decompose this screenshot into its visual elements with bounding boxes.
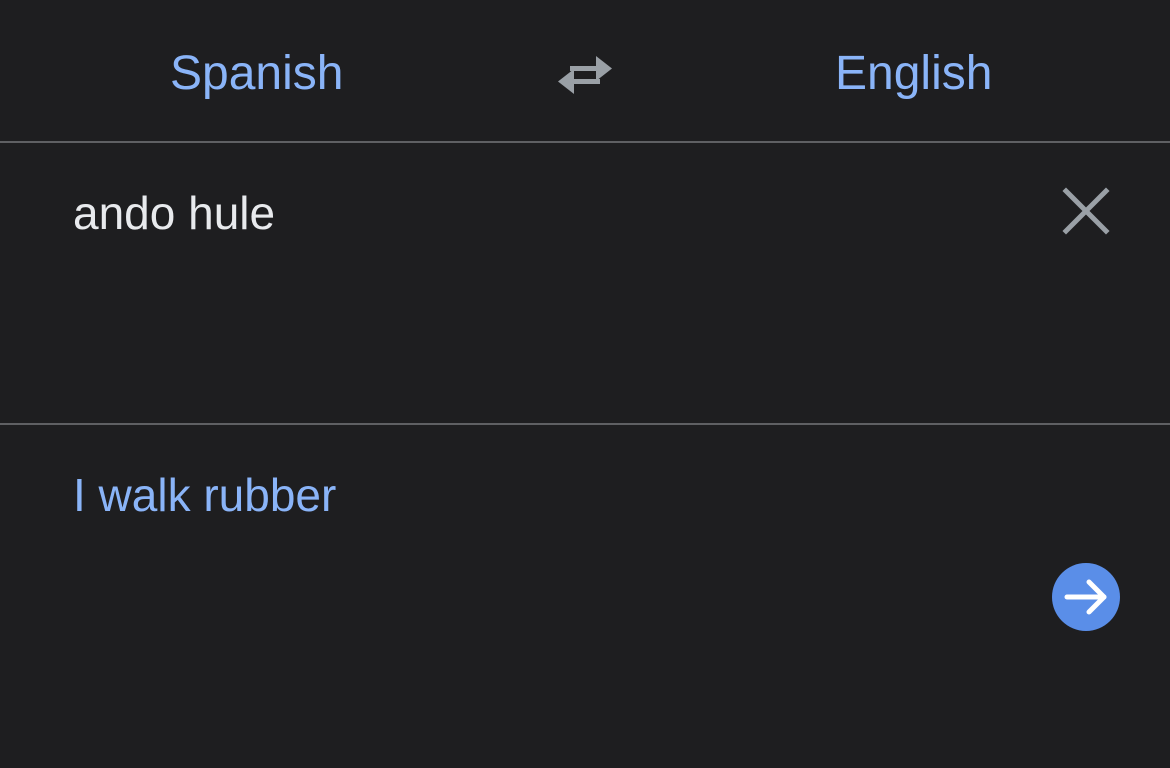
swap-languages-button[interactable] (556, 50, 614, 96)
target-language-button[interactable]: English (835, 46, 992, 102)
source-language-button[interactable]: Spanish (170, 46, 343, 102)
source-text-input[interactable]: ando hule (73, 186, 275, 240)
translate-screen: Spanish English ando hule I walk rubber (0, 0, 1170, 768)
translation-output: I walk rubber (73, 469, 337, 521)
divider (0, 423, 1170, 425)
go-button[interactable] (1052, 563, 1120, 631)
swap-arrows-icon (558, 56, 612, 94)
close-icon (1062, 187, 1110, 235)
arrow-right-icon (1064, 579, 1107, 615)
clear-button[interactable] (1061, 186, 1111, 236)
language-bar: Spanish English (0, 0, 1170, 142)
divider (0, 141, 1170, 143)
